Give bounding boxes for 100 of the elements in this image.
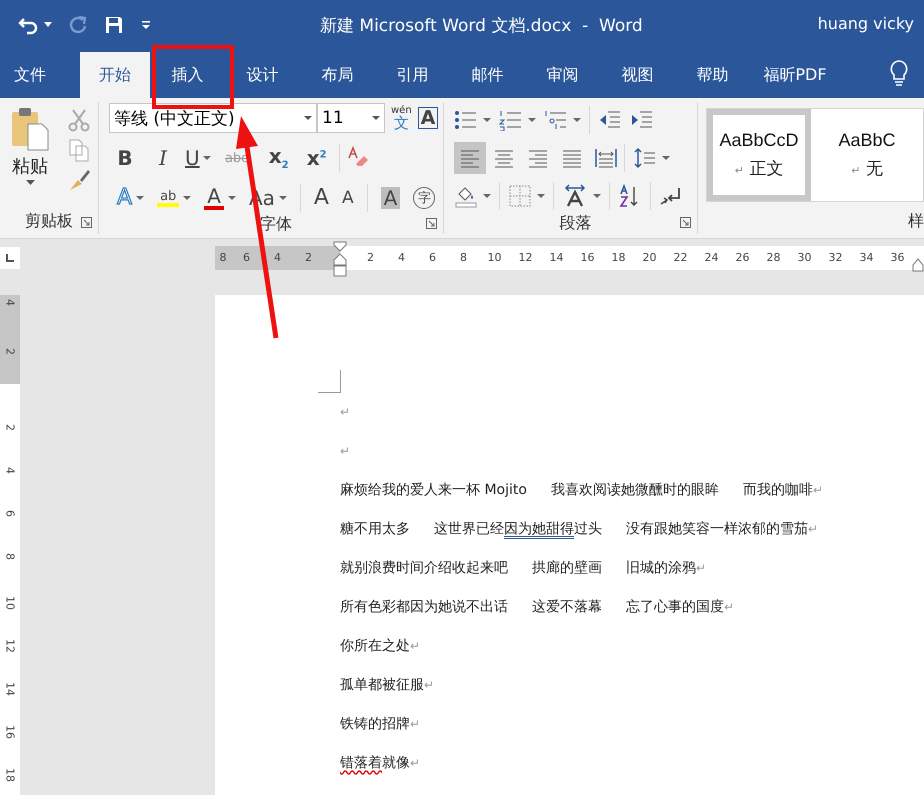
- customize-button[interactable]: [140, 19, 152, 31]
- paintbrush-icon[interactable]: [68, 168, 92, 192]
- lyric-text: 我喜欢阅读她微醺时的眼眸: [550, 480, 719, 498]
- ruler-number: 34: [858, 250, 874, 266]
- bold-button[interactable]: B: [109, 148, 141, 168]
- paragraph-mark: ↵: [410, 756, 420, 770]
- lyric-text: 就别浪费时间介绍收起来吧: [340, 558, 508, 576]
- ruler-number: 2: [366, 250, 375, 266]
- caret-icon[interactable]: [278, 196, 287, 200]
- lyric-text: 铁铸的招牌: [340, 714, 410, 732]
- ruler-number: 10: [4, 596, 16, 612]
- user-name[interactable]: huang vicky: [818, 14, 914, 33]
- caret-icon[interactable]: [202, 156, 211, 160]
- dialog-launcher-icon[interactable]: [81, 217, 92, 228]
- ruler-number: 22: [672, 250, 688, 266]
- ruler-number: 26: [734, 250, 750, 266]
- caret-icon[interactable]: [483, 194, 492, 198]
- caret-icon[interactable]: [372, 116, 380, 120]
- ribbon-tab[interactable]: 文件: [0, 52, 80, 98]
- tab-stop-icon: [5, 253, 15, 263]
- alignment-lines-icon: [595, 148, 618, 168]
- multilevel-list-icon[interactable]: [544, 109, 568, 131]
- lyric-text: 麻烦给我的爱人来一杯 Mojito: [340, 480, 527, 498]
- paste-button[interactable]: 粘贴: [6, 106, 54, 204]
- ruler-number: 2: [4, 348, 16, 357]
- character-shading-button[interactable]: A: [380, 187, 400, 209]
- ribbon-tab[interactable]: 帮助: [675, 52, 750, 98]
- ruler-number: 10: [486, 250, 502, 266]
- ribbon-tab[interactable]: 福昕PDF: [750, 52, 840, 98]
- underline-button[interactable]: U: [185, 148, 200, 168]
- ribbon-tab[interactable]: 视图: [600, 52, 675, 98]
- caret-icon[interactable]: [228, 196, 236, 200]
- clipboard-icon: [10, 106, 50, 152]
- character-border-button[interactable]: A: [418, 106, 438, 130]
- group-label: 剪贴板: [25, 210, 73, 232]
- lyric-text: 忘了心事的国度: [626, 598, 724, 616]
- ruler-number: 4: [273, 250, 282, 266]
- caret-icon[interactable]: [483, 118, 492, 122]
- save-button[interactable]: [104, 15, 124, 35]
- line-spacing-icon[interactable]: [633, 147, 658, 169]
- paragraph-mark: ↵: [696, 560, 706, 574]
- style-option[interactable]: AaBbC ↵ 无: [815, 109, 919, 201]
- phonetic-guide-button[interactable]: wén 文: [391, 106, 412, 130]
- caret-icon[interactable]: [136, 196, 144, 200]
- ribbon-tab[interactable]: 邮件: [450, 52, 525, 98]
- ribbon-tab[interactable]: 引用: [375, 52, 450, 98]
- ribbon-tab[interactable]: 审阅: [525, 52, 600, 98]
- undo-button[interactable]: [18, 15, 52, 35]
- indent-marker-icon[interactable]: [912, 258, 924, 272]
- lyric-text: 这世界已经因为她甜得过头: [434, 520, 602, 538]
- grow-font-button[interactable]: A: [314, 187, 329, 209]
- font-name-field[interactable]: 等线 (中文正文): [109, 103, 317, 133]
- highlight-button[interactable]: ab: [157, 190, 180, 206]
- paragraph-mark: ↵: [724, 600, 734, 614]
- align-left-button[interactable]: [454, 142, 486, 174]
- font-size-field[interactable]: 11: [317, 103, 385, 133]
- ruler-number: 8: [459, 250, 468, 266]
- superscript-button[interactable]: x$^{2}$: [300, 148, 333, 168]
- ribbon-tab[interactable]: 插入: [150, 52, 225, 98]
- subscript-button[interactable]: x$_{2}$: [262, 146, 295, 170]
- dialog-launcher-icon[interactable]: [426, 218, 438, 229]
- caret-icon[interactable]: [183, 196, 192, 200]
- font-color-button[interactable]: A: [204, 186, 224, 210]
- lyric-text: 错落着就像: [340, 754, 410, 772]
- lyric-text: 旧城的涂鸦: [626, 558, 696, 576]
- indent-marker-icon[interactable]: [333, 241, 347, 277]
- style-option[interactable]: AaBbCcD ↵ 正文: [707, 109, 811, 201]
- group-label: 样: [908, 210, 924, 232]
- ruler-number: 18: [610, 250, 626, 266]
- caret-icon[interactable]: [593, 194, 602, 198]
- paragraph-mark: ↵: [812, 482, 823, 496]
- caret-icon[interactable]: [528, 118, 536, 122]
- enclose-character-button[interactable]: 字: [413, 187, 436, 209]
- numbered-list-icon[interactable]: [499, 109, 524, 131]
- ruler-number: 32: [828, 250, 844, 266]
- caret-icon[interactable]: [44, 22, 52, 28]
- dialog-launcher-icon[interactable]: [680, 217, 691, 228]
- ribbon-tab[interactable]: 布局: [300, 52, 375, 98]
- lyric-text: 所有色彩都因为她说不出话: [340, 598, 508, 616]
- lyric-text: 拱廊的壁画: [532, 558, 602, 576]
- italic-button[interactable]: I: [147, 148, 179, 168]
- bullet-list-icon[interactable]: [454, 109, 478, 131]
- ruler-number: 36: [890, 250, 906, 266]
- lyric-text: 孤单都被征服: [340, 676, 424, 694]
- caret-icon[interactable]: [662, 156, 670, 160]
- shrink-font-button[interactable]: A: [342, 190, 354, 206]
- group-label: 段落: [560, 212, 592, 234]
- tab-selector[interactable]: [0, 247, 20, 269]
- caret-icon[interactable]: [26, 180, 34, 186]
- caret-icon[interactable]: [573, 118, 582, 122]
- caret-icon[interactable]: [537, 194, 546, 198]
- ruler-number: 28: [766, 250, 782, 266]
- lyric-text: 而我的咖啡: [742, 480, 813, 498]
- borders-icon[interactable]: [508, 184, 532, 208]
- ruler-number: 12: [4, 639, 16, 655]
- lightbulb-icon[interactable]: [890, 60, 908, 86]
- caret-icon[interactable]: [304, 116, 312, 120]
- ribbon-tab[interactable]: 开始: [80, 52, 150, 98]
- ruler-number: 14: [548, 250, 564, 266]
- ribbon-tab[interactable]: 设计: [225, 52, 300, 98]
